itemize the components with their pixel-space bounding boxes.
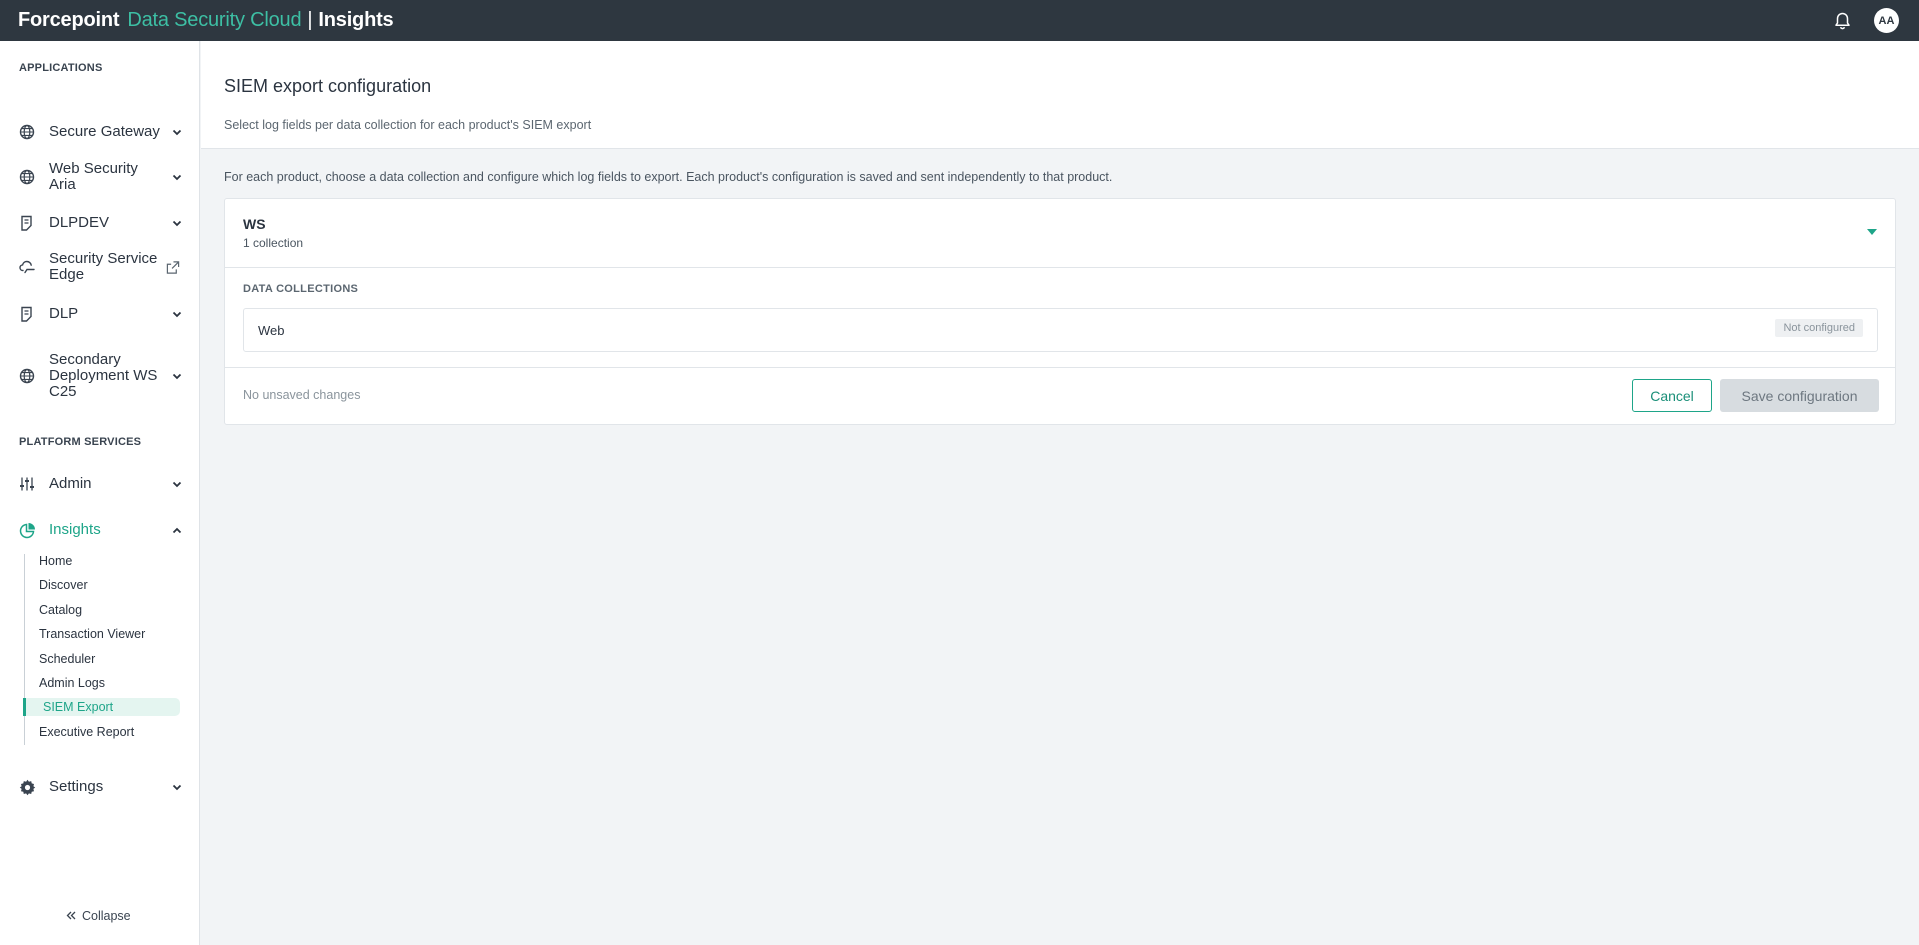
data-collection-name: Web — [258, 323, 285, 338]
subnav-item-scheduler[interactable]: Scheduler — [39, 652, 95, 666]
sidebar-item-label: Web Security Aria — [49, 160, 138, 193]
subnav-item-transaction-viewer[interactable]: Transaction Viewer — [39, 627, 145, 641]
chevron-down-icon — [170, 170, 184, 184]
brand-primary: Forcepoint — [18, 9, 120, 31]
chevron-down-icon — [170, 307, 184, 321]
subnav-item-discover[interactable]: Discover — [39, 578, 88, 592]
collection-count: 1 collection — [243, 236, 304, 250]
chevron-down-icon — [170, 780, 184, 794]
collapse-label: Collapse — [82, 909, 131, 923]
chevron-down-icon — [170, 369, 184, 383]
save-configuration-button[interactable]: Save configuration — [1720, 379, 1879, 412]
brand-logo[interactable]: Forcepoint Data Security Cloud | Insight… — [18, 9, 394, 32]
double-chevron-left-icon — [66, 909, 76, 923]
external-link-icon — [166, 260, 180, 274]
product-card-header[interactable]: WS 1 collection — [225, 199, 1895, 268]
platform-section-label: PLATFORM SERVICES — [19, 436, 142, 448]
intro-text: For each product, choose a data collecti… — [224, 170, 1113, 184]
page-title: SIEM export configuration — [224, 76, 432, 96]
sidebar-item-label: Admin — [49, 475, 92, 492]
collapse-button[interactable]: Collapse — [66, 909, 131, 923]
sidebar-item-secondary-deployment[interactable]: Secondary Deployment WS C25 — [0, 349, 199, 403]
sidebar-item-label: Secondary Deployment WS C25 — [49, 351, 158, 400]
chevron-down-icon — [170, 216, 184, 230]
applications-section-label: APPLICATIONS — [19, 62, 103, 74]
sidebar-item-web-security-aria[interactable]: Web Security Aria — [0, 158, 199, 196]
sliders-icon — [18, 475, 36, 493]
sidebar-item-insights[interactable]: Insights — [0, 519, 199, 541]
cancel-button[interactable]: Cancel — [1632, 379, 1712, 412]
pie-chart-icon — [18, 521, 36, 539]
insights-subnav: Home Discover Catalog Transaction Viewer… — [23, 554, 184, 745]
sidebar-item-label: Settings — [49, 778, 104, 795]
subnav-item-siem-export[interactable]: SIEM Export — [23, 698, 180, 716]
bell-icon[interactable] — [1832, 11, 1852, 31]
sidebar-item-label: Insights — [49, 521, 101, 538]
sidebar-item-label: DLP — [49, 305, 79, 322]
page-subtitle: Select log fields per data collection fo… — [224, 118, 592, 132]
data-collections-label: DATA COLLECTIONS — [243, 283, 359, 295]
sidebar: APPLICATIONS Secure Gateway Web Security… — [0, 41, 200, 945]
status-badge: Not configured — [1775, 319, 1863, 337]
brand-app: Insights — [318, 9, 394, 31]
top-bar: Forcepoint Data Security Cloud | Insight… — [0, 0, 1919, 41]
sidebar-item-security-service-edge[interactable]: Security Service Edge — [0, 248, 199, 286]
globe-icon — [18, 367, 36, 385]
sidebar-item-label: Secure Gateway — [49, 123, 160, 140]
chevron-down-icon — [170, 477, 184, 491]
sidebar-item-dlp[interactable]: DLP — [0, 303, 199, 325]
product-card: WS 1 collection DATA COLLECTIONS Web Not… — [224, 198, 1896, 425]
chevron-down-icon — [170, 125, 184, 139]
sidebar-item-label: DLPDEV — [49, 214, 110, 231]
gear-icon — [18, 778, 36, 796]
subnav-item-home[interactable]: Home — [39, 554, 72, 568]
brand-product: Data Security Cloud — [127, 9, 302, 31]
cloud-icon — [18, 258, 36, 276]
globe-icon — [18, 168, 36, 186]
sidebar-item-settings[interactable]: Settings — [0, 776, 199, 798]
sidebar-item-admin[interactable]: Admin — [0, 473, 199, 495]
unsaved-status: No unsaved changes — [243, 388, 361, 402]
subnav-item-catalog[interactable]: Catalog — [39, 603, 82, 617]
subnav-item-admin-logs[interactable]: Admin Logs — [39, 676, 105, 690]
data-collection-row[interactable]: Web Not configured — [243, 308, 1878, 352]
sidebar-item-label: Security Service Edge — [49, 250, 158, 283]
avatar[interactable]: AA — [1874, 8, 1899, 33]
subnav-item-executive-report[interactable]: Executive Report — [39, 725, 134, 739]
globe-icon — [18, 123, 36, 141]
document-icon — [18, 214, 36, 232]
sidebar-item-secure-gateway[interactable]: Secure Gateway — [0, 121, 199, 143]
page-header: SIEM export configuration Select log fie… — [201, 41, 1919, 149]
product-name: WS — [243, 216, 266, 232]
caret-down-icon[interactable] — [1867, 229, 1877, 235]
brand-separator: | — [307, 9, 313, 31]
card-footer: No unsaved changes Cancel Save configura… — [225, 367, 1895, 424]
sidebar-item-dlpdev[interactable]: DLPDEV — [0, 212, 199, 234]
chevron-up-icon — [170, 523, 184, 537]
document-icon — [18, 305, 36, 323]
